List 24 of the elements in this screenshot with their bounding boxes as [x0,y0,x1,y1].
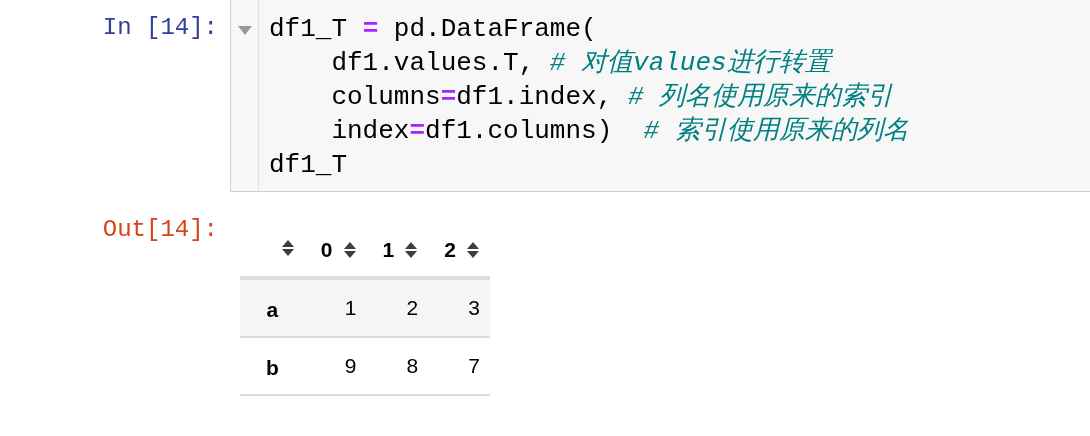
table-cell: 9 [304,337,367,395]
row-index: b [240,337,305,395]
column-header: 2 [444,238,456,262]
caret-icon[interactable] [237,26,252,35]
sort-icon[interactable] [404,241,419,259]
code-line: df1.values.T, # 对值values进行转置 [330,47,834,80]
code-line: df1_T = pd.DataFrame( [269,13,598,46]
column-header: 1 [382,238,395,262]
input-prompt: In [14]: [101,13,219,41]
code-line: columns=df1.index, # 列名使用原来的索引 [330,81,895,114]
row-index: a [240,278,305,337]
table-cell: 1 [304,278,367,337]
table-cell: 7 [428,337,490,395]
code-cell[interactable]: df1_T = pd.DataFrame( df1.values.T, # 对值values进行转置 columns=df1.index, # 列名使用原来的索引 index=df1.columns) # 索引使用原来的列名 df1_T [230,0,1090,192]
sort-icon[interactable] [280,239,295,257]
table-cell: 8 [366,337,429,395]
column-header: 0 [320,238,333,262]
sort-icon[interactable] [342,241,357,259]
table-cell: 3 [428,278,490,337]
code-line: index=df1.columns) # 索引使用原来的列名 [330,115,909,148]
output-prompt: Out[14]: [101,215,219,243]
table-cell: 2 [366,278,429,337]
code-line: df1_T [269,149,348,182]
sort-icon[interactable] [465,241,480,259]
